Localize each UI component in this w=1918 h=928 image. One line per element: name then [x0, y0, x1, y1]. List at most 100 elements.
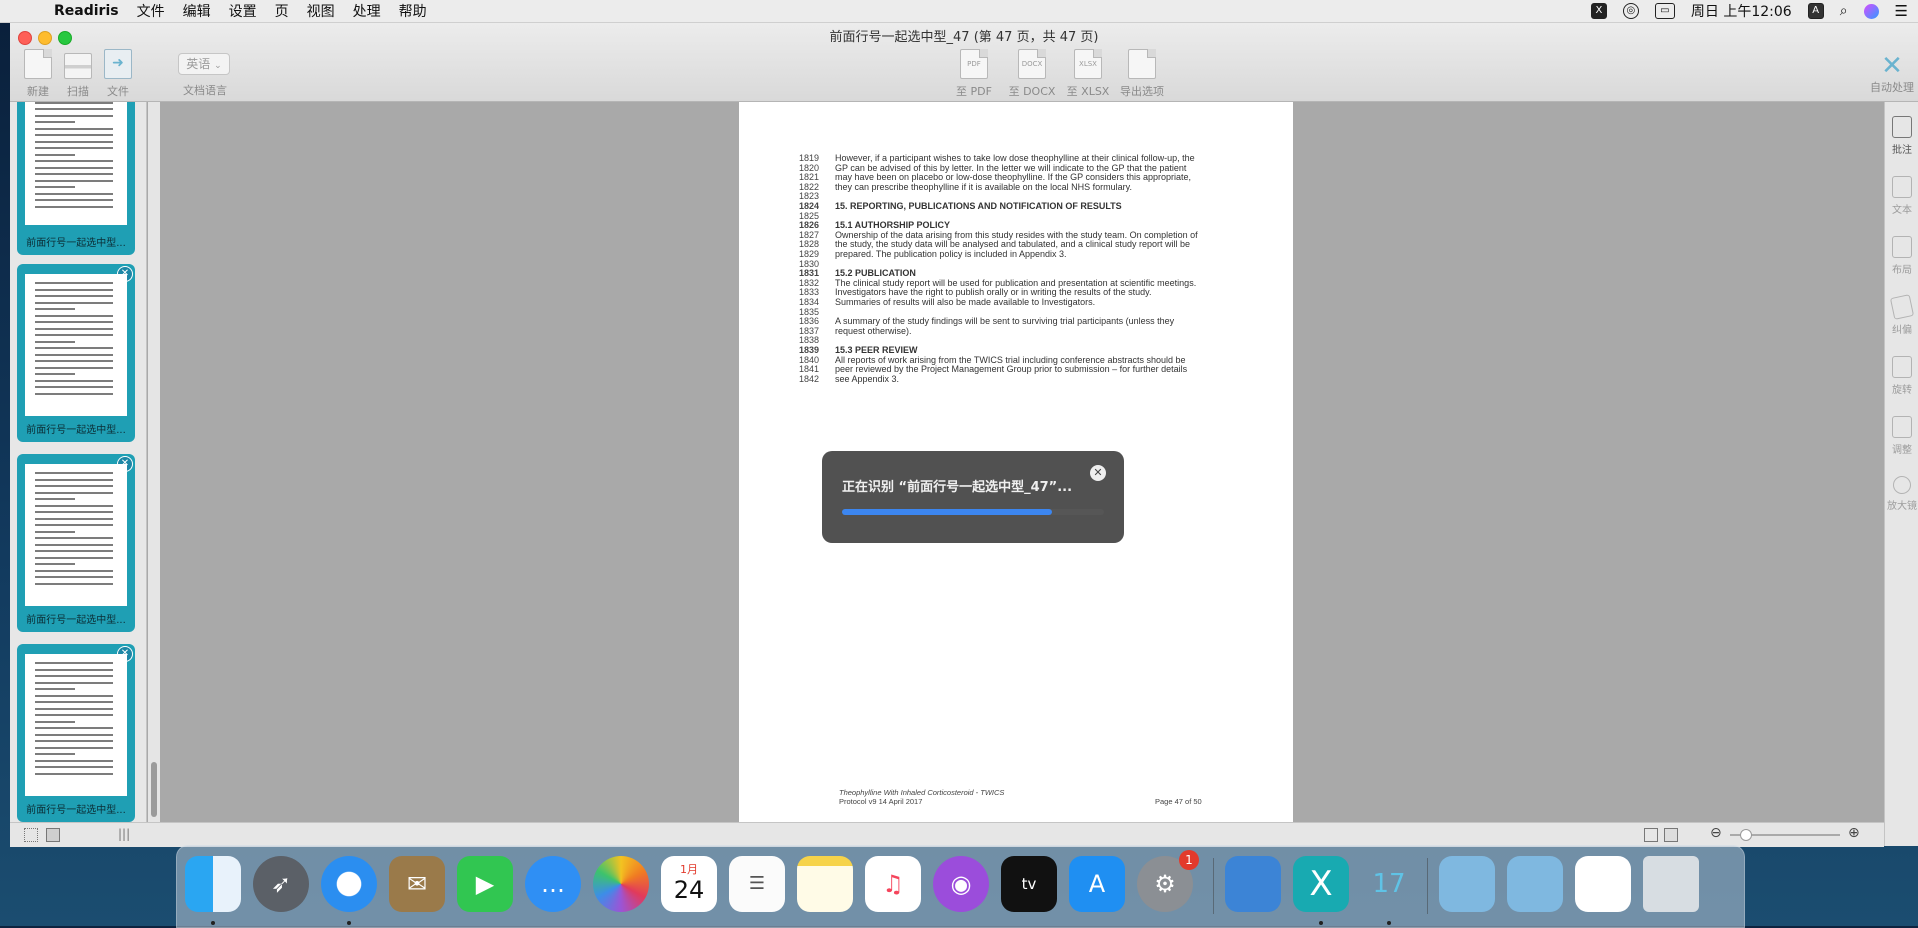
- auto-process-button[interactable]: ✕ 自动处理: [1870, 53, 1914, 95]
- system-preferences-icon[interactable]: ⚙ 1: [1137, 850, 1199, 912]
- sidebar-scrollbar[interactable]: [148, 102, 160, 822]
- zoom-in-icon[interactable]: ⊕: [1848, 825, 1860, 841]
- calendar-icon[interactable]: 1月 24: [661, 856, 717, 912]
- thumbnail-caption: 前面行号一起选中型...: [26, 615, 126, 626]
- resize-handle-icon[interactable]: |||: [118, 827, 130, 841]
- export-pdf-button[interactable]: PDF 至 PDF: [952, 49, 996, 99]
- page-thumbnail[interactable]: 前面行号一起选中型...: [17, 102, 135, 255]
- menu-app-name[interactable]: Readiris: [54, 3, 119, 19]
- zoom-knob[interactable]: [1740, 829, 1752, 841]
- document-line: 1831 15.2 PUBLICATION: [799, 268, 916, 278]
- document-line: 1830: [799, 259, 835, 269]
- parallels-icon[interactable]: [1225, 856, 1281, 912]
- siri-icon[interactable]: [1863, 3, 1879, 19]
- folder-icon[interactable]: [1439, 856, 1495, 912]
- messages-icon[interactable]: …: [525, 856, 581, 912]
- thumbnail-text-line: [35, 179, 113, 182]
- adjust-tool[interactable]: 调整: [1885, 416, 1918, 456]
- annotation-tool[interactable]: 批注: [1885, 116, 1918, 156]
- menu-process[interactable]: 处理: [353, 1, 381, 21]
- readiris-status-icon[interactable]: X: [1590, 3, 1607, 19]
- notes-icon[interactable]: [797, 856, 853, 912]
- text-tool[interactable]: 文本: [1885, 176, 1918, 216]
- deskew-icon: [1889, 294, 1915, 320]
- reminders-icon[interactable]: ☰: [729, 856, 785, 912]
- line-text: Investigators have the right to publish …: [835, 287, 1152, 298]
- thumbnail-text-line: [35, 517, 113, 520]
- list-view-icon[interactable]: [46, 828, 60, 842]
- single-page-view-icon[interactable]: [1644, 828, 1658, 842]
- finder-icon[interactable]: [185, 856, 241, 912]
- photos-icon[interactable]: [593, 856, 649, 912]
- thumbnail-text-line: [35, 205, 113, 208]
- page-thumbnail[interactable]: ✕ 前面行号一起选中型...: [17, 454, 135, 632]
- line-text: 15.2 PUBLICATION: [835, 268, 916, 279]
- launchpad-icon[interactable]: ➶: [253, 856, 309, 912]
- line-number: 1841: [799, 364, 820, 375]
- annotation-label: 批注: [1892, 145, 1912, 156]
- readiris-icon[interactable]: X: [1293, 856, 1349, 912]
- mail-icon[interactable]: ✉: [389, 856, 445, 912]
- safari-icon[interactable]: [321, 856, 377, 912]
- spotlight-search-icon[interactable]: ⌕: [1840, 3, 1848, 19]
- zoom-out-icon[interactable]: ⊖: [1710, 825, 1722, 841]
- thumbnail-text-line: [35, 556, 113, 559]
- thumbnail-text-line: [35, 347, 113, 349]
- menu-page[interactable]: 页: [275, 1, 289, 21]
- display-mirroring-icon[interactable]: ▭: [1654, 3, 1675, 19]
- folder-icon[interactable]: [1507, 856, 1563, 912]
- document-language-select[interactable]: 英语 ⌄: [178, 53, 230, 75]
- sync-status-icon[interactable]: ◎: [1622, 3, 1639, 19]
- line-number: 1821: [799, 172, 820, 183]
- thumbnail-text-line: [35, 569, 113, 572]
- page-thumbnail-sidebar[interactable]: 前面行号一起选中型... ✕ 前面行号一起选中型... ✕ 前面行号一起选中型.…: [10, 102, 147, 822]
- document-line: 1819 However, if a participant wishes to …: [799, 153, 1195, 163]
- split-view-icon[interactable]: [1664, 828, 1678, 842]
- line-text: the study, the study data will be analys…: [835, 239, 1191, 250]
- file-import-icon: ➜: [104, 49, 132, 79]
- export-xlsx-label: 至 XLSX: [1066, 85, 1110, 98]
- readiris-window: 前面行号一起选中型_47 (第 47 页，共 47 页) 新建 扫描 ➜ 文件 …: [10, 23, 1918, 847]
- scan-button[interactable]: 扫描: [60, 49, 96, 99]
- menu-edit[interactable]: 编辑: [183, 1, 211, 21]
- chevron-down-icon: ⌄: [214, 61, 222, 71]
- magnifier-tool[interactable]: 放大镜: [1885, 476, 1918, 512]
- apple-tv-icon[interactable]: tv: [1001, 856, 1057, 912]
- menu-help[interactable]: 帮助: [399, 1, 427, 21]
- rotate-tool[interactable]: 旋转: [1885, 356, 1918, 396]
- thumbnail-text-line: [35, 153, 75, 156]
- input-source-icon[interactable]: A: [1807, 3, 1824, 19]
- facetime-icon[interactable]: ▶: [457, 856, 513, 912]
- export-options-button[interactable]: 导出选项: [1118, 49, 1166, 99]
- auto-process-label: 自动处理: [1870, 81, 1914, 94]
- footer-study-title: Theophylline With Inhaled Corticosteroid…: [839, 788, 1005, 797]
- podcasts-icon[interactable]: ◉: [933, 856, 989, 912]
- trash-icon[interactable]: [1643, 856, 1699, 912]
- export-docx-button[interactable]: DOCX 至 DOCX: [1006, 49, 1058, 99]
- export-xlsx-button[interactable]: XLSX 至 XLSX: [1064, 49, 1112, 99]
- page-thumbnail-selected[interactable]: ✕ 前面行号一起选中型...: [17, 644, 135, 822]
- document-stack-icon[interactable]: [1575, 856, 1631, 912]
- menubar-clock[interactable]: 周日 上午12:06: [1691, 1, 1792, 21]
- control-center-icon[interactable]: ☰: [1895, 2, 1908, 20]
- readiris-17-icon[interactable]: 17: [1361, 856, 1417, 912]
- menu-file[interactable]: 文件: [137, 1, 165, 21]
- running-indicator: [211, 921, 215, 925]
- thumbnail-text-line: [35, 308, 75, 310]
- xlsx-file-icon: XLSX: [1074, 49, 1102, 79]
- thumbnail-text-line: [35, 675, 113, 677]
- layout-tool[interactable]: 布局: [1885, 236, 1918, 276]
- page-thumbnail[interactable]: ✕ 前面行号一起选中型...: [17, 264, 135, 442]
- app-store-icon[interactable]: A: [1069, 856, 1125, 912]
- recognition-progress-bar: [842, 509, 1104, 515]
- scrollbar-thumb[interactable]: [151, 762, 157, 817]
- new-button[interactable]: 新建: [20, 49, 56, 99]
- menu-settings[interactable]: 设置: [229, 1, 257, 21]
- menu-view[interactable]: 视图: [307, 1, 335, 21]
- cancel-recognition-icon[interactable]: ✕: [1090, 465, 1106, 481]
- deskew-tool[interactable]: 纠偏: [1885, 294, 1918, 336]
- grid-view-icon[interactable]: [24, 828, 38, 842]
- music-icon[interactable]: ♫: [865, 856, 921, 912]
- file-button[interactable]: ➜ 文件: [100, 49, 136, 99]
- line-number: 1819: [799, 153, 820, 163]
